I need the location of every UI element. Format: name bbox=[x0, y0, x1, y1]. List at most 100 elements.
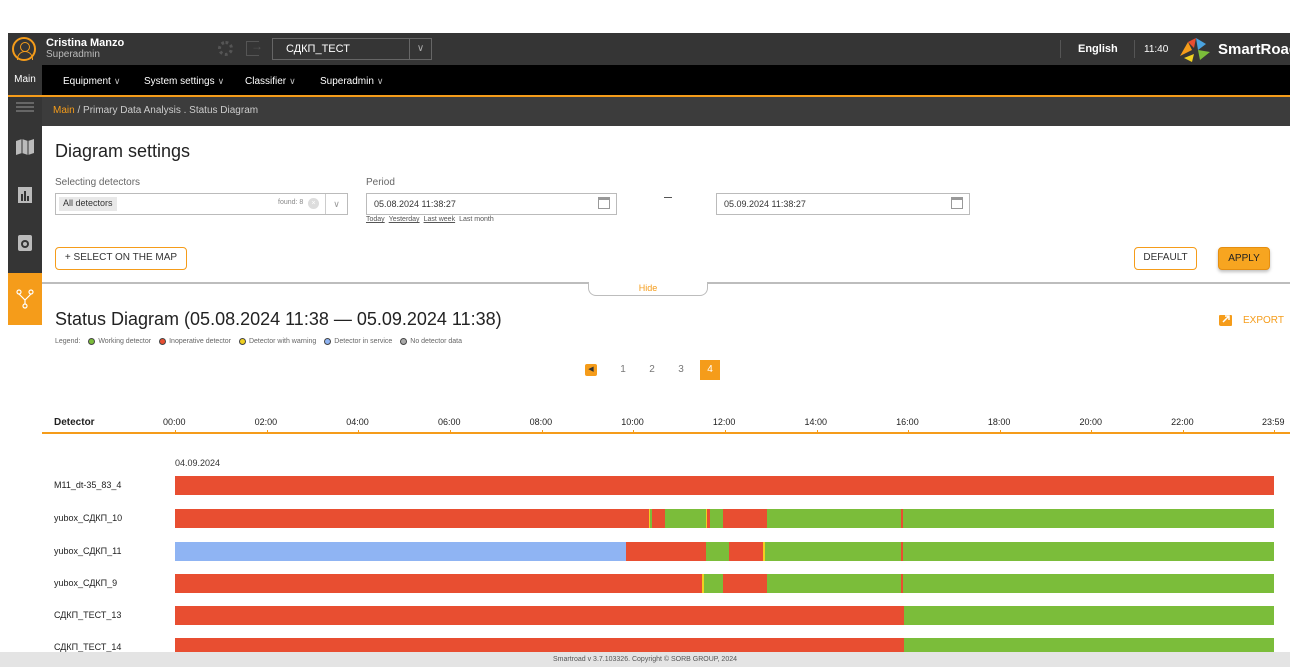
status-segment[interactable] bbox=[764, 542, 901, 561]
menu-item-system-settings[interactable]: System settings ∨ bbox=[144, 76, 224, 87]
user-name[interactable]: Cristina Manzo bbox=[46, 37, 124, 49]
detector-name[interactable]: yubox_СДКП_9 bbox=[54, 578, 117, 588]
quick-today-link[interactable]: Today bbox=[366, 216, 385, 223]
page-1[interactable]: 1 bbox=[613, 360, 633, 380]
status-segment[interactable] bbox=[766, 574, 901, 593]
status-segment[interactable] bbox=[175, 542, 626, 561]
page-2[interactable]: 2 bbox=[642, 360, 662, 380]
menu-item-classifier[interactable]: Classifier ∨ bbox=[245, 76, 296, 87]
user-role: Superadmin bbox=[46, 49, 100, 60]
status-segment[interactable] bbox=[902, 542, 1274, 561]
status-segment[interactable] bbox=[723, 574, 767, 593]
status-segment[interactable] bbox=[175, 606, 905, 625]
legend-item-label: Working detector bbox=[98, 338, 152, 345]
detector-name[interactable]: yubox_СДКП_11 bbox=[54, 546, 121, 556]
quick-periods: Today Yesterday Last week Last month bbox=[366, 216, 494, 223]
time-tick-label: 22:00 bbox=[1171, 417, 1194, 427]
date-to-value: 05.09.2024 11:38:27 bbox=[724, 199, 806, 209]
status-segment[interactable] bbox=[665, 509, 706, 528]
chevron-down-icon: ∨ bbox=[113, 76, 121, 86]
detector-name[interactable]: СДКП_ТЕСТ_13 bbox=[54, 610, 121, 620]
export-icon[interactable] bbox=[1219, 313, 1234, 326]
status-segment[interactable] bbox=[904, 606, 1274, 625]
status-segment[interactable] bbox=[175, 476, 1274, 495]
legend-item: Working detector bbox=[88, 338, 151, 345]
brand-name: SmartRoad bbox=[1218, 41, 1290, 58]
calendar-icon[interactable] bbox=[598, 197, 610, 209]
menu-item-superadmin[interactable]: Superadmin ∨ bbox=[320, 76, 384, 87]
export-button[interactable]: EXPORT bbox=[1243, 315, 1284, 326]
hamburger-icon bbox=[16, 102, 34, 112]
report-icon bbox=[18, 187, 32, 203]
sidebar-item-devices[interactable] bbox=[8, 217, 42, 269]
time-tick-mark bbox=[541, 430, 543, 434]
status-segment[interactable] bbox=[728, 542, 764, 561]
select-on-map-button[interactable]: + SELECT ON THE MAP bbox=[55, 247, 187, 270]
page-3[interactable]: 3 bbox=[671, 360, 691, 380]
menu-toggle[interactable] bbox=[8, 97, 42, 117]
sidebar-item-reports[interactable] bbox=[8, 169, 42, 221]
status-segment[interactable] bbox=[652, 509, 666, 528]
legend-item-label: Inoperative detector bbox=[169, 338, 231, 345]
timeline-header: Detector 00:00 02:00 04:00 06:00 08:00 10:00 1… bbox=[42, 410, 1290, 434]
legend-label: Legend: bbox=[55, 338, 81, 345]
sidebar-item-analysis[interactable] bbox=[8, 273, 42, 325]
device-icon bbox=[18, 235, 32, 251]
footer: Smartroad v 3.7.103326. Copyright © SORB… bbox=[0, 652, 1290, 667]
status-segment[interactable] bbox=[704, 574, 724, 593]
status-segment[interactable] bbox=[766, 509, 901, 528]
time-tick-label: 18:00 bbox=[987, 417, 1011, 427]
status-segment[interactable] bbox=[902, 509, 1274, 528]
chevron-down-icon: ∨ bbox=[376, 76, 384, 86]
gear-icon[interactable] bbox=[218, 41, 233, 56]
status-segment[interactable] bbox=[902, 574, 1274, 593]
quick-last-week-link[interactable]: Last week bbox=[424, 216, 456, 223]
status-dot-icon bbox=[400, 338, 408, 345]
time-tick-label: 14:00 bbox=[804, 417, 828, 427]
status-segment[interactable] bbox=[625, 542, 706, 561]
status-segment[interactable] bbox=[175, 509, 649, 528]
chevron-down-icon[interactable]: ∨ bbox=[325, 194, 347, 214]
date-to-input[interactable]: 05.09.2024 11:38:27 bbox=[716, 193, 970, 215]
detector-name[interactable]: yubox_СДКП_10 bbox=[54, 513, 122, 523]
chevron-down-icon: ∨ bbox=[409, 39, 431, 59]
status-segment[interactable] bbox=[705, 542, 729, 561]
date-from-value: 05.08.2024 11:38:27 bbox=[374, 199, 456, 209]
quick-yesterday-link[interactable]: Yesterday bbox=[389, 216, 420, 223]
language-select[interactable]: English bbox=[1078, 43, 1118, 55]
breadcrumb-main-link[interactable]: Main bbox=[53, 105, 75, 116]
time-tick-label: 00:00 bbox=[163, 417, 186, 427]
page-4[interactable]: 4 bbox=[700, 360, 720, 380]
time-tick-label: 23:59 bbox=[1262, 417, 1285, 427]
project-select[interactable]: СДКП_ТЕСТ ∨ bbox=[272, 38, 432, 60]
status-segment[interactable] bbox=[723, 509, 767, 528]
default-button[interactable]: DEFAULT bbox=[1134, 247, 1197, 270]
detector-select[interactable]: All detectors found: 8 × ∨ bbox=[55, 193, 348, 215]
smartroad-logo-icon bbox=[1180, 38, 1210, 62]
period-separator bbox=[664, 197, 672, 198]
apply-button[interactable]: APPLY bbox=[1218, 247, 1270, 270]
logout-icon[interactable] bbox=[246, 39, 263, 56]
hide-settings-button[interactable]: Hide bbox=[588, 282, 708, 296]
time-tick-mark bbox=[175, 430, 176, 434]
menu-item-equipment[interactable]: Equipment ∨ bbox=[63, 76, 120, 87]
clock: 11:40 bbox=[1144, 44, 1169, 55]
legend-item: Inoperative detector bbox=[159, 338, 231, 345]
calendar-icon[interactable] bbox=[951, 197, 963, 209]
status-dot-icon bbox=[238, 338, 246, 345]
left-sidebar bbox=[8, 97, 42, 325]
status-segment[interactable] bbox=[709, 509, 724, 528]
quick-last-month-link[interactable]: Last month bbox=[459, 216, 494, 223]
status-segment[interactable] bbox=[175, 574, 702, 593]
detector-name[interactable]: СДКП_ТЕСТ_14 bbox=[54, 642, 121, 652]
sidebar-item-map[interactable] bbox=[8, 121, 42, 173]
time-tick-mark bbox=[1274, 430, 1275, 434]
date-from-input[interactable]: 05.08.2024 11:38:27 bbox=[366, 193, 617, 215]
menu-item-main[interactable]: Main bbox=[8, 65, 42, 95]
time-tick-label: 06:00 bbox=[437, 417, 461, 427]
prev-page-button[interactable]: ◀ bbox=[585, 364, 597, 376]
clear-icon[interactable]: × bbox=[308, 198, 319, 209]
detector-name[interactable]: M11_dt-35_83_4 bbox=[54, 480, 121, 490]
user-avatar-icon[interactable] bbox=[12, 37, 36, 61]
menu-item-label: Classifier bbox=[245, 76, 287, 87]
